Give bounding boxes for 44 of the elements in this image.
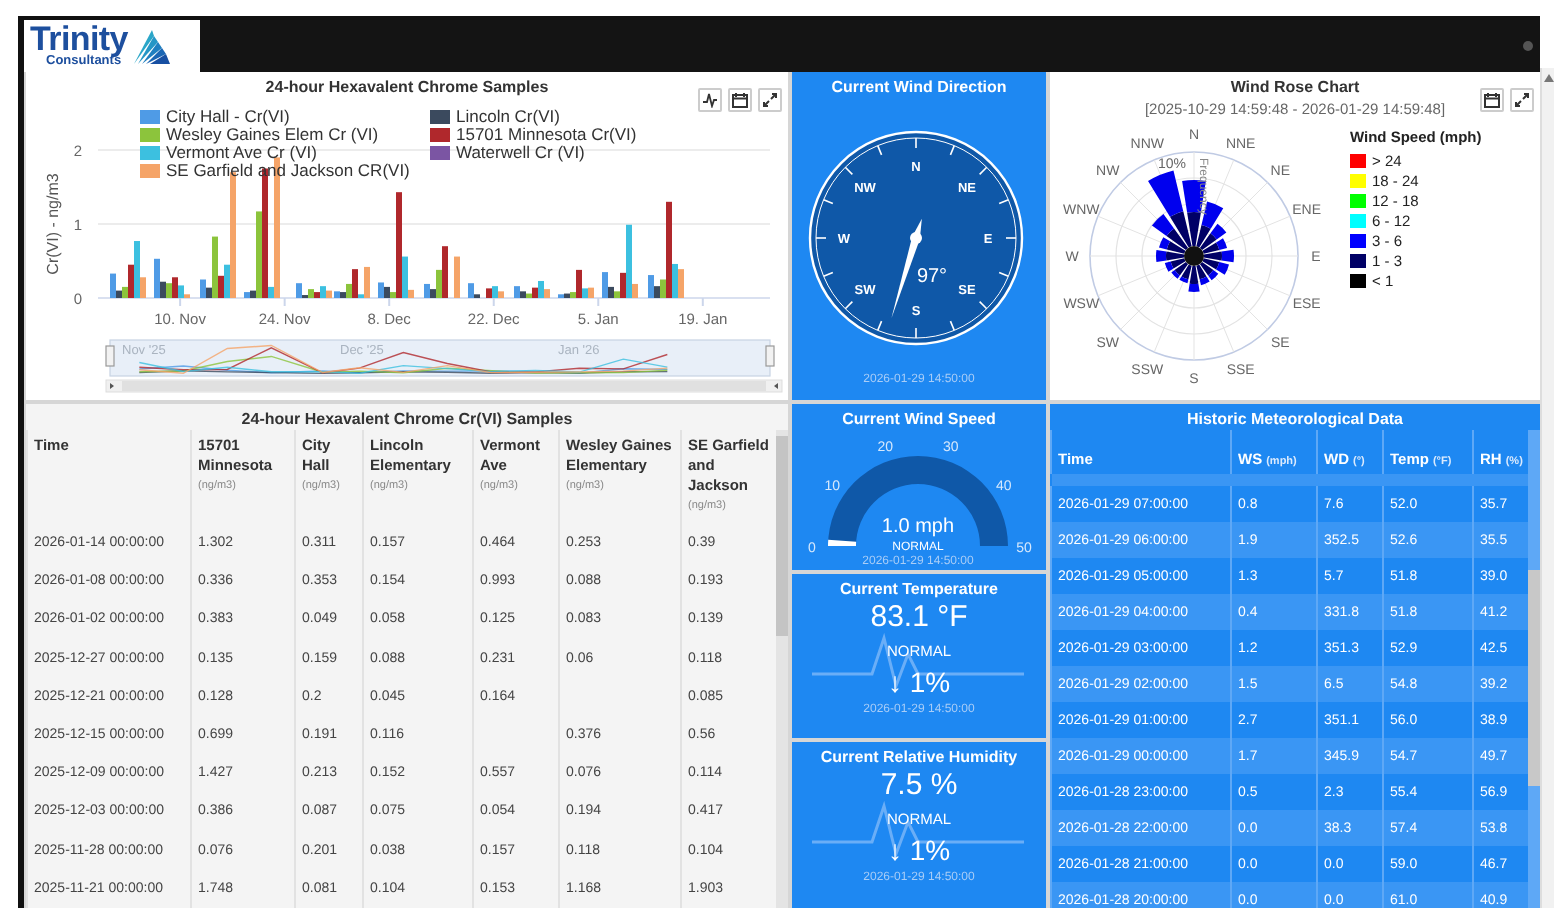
compass-needle: [891, 218, 922, 319]
change-value: ↓ 1%: [887, 834, 951, 867]
legend-item[interactable]: 15701 Minnesota Cr(VI): [430, 126, 637, 144]
expand-icon: [762, 92, 778, 108]
logo-fan-icon: [129, 28, 170, 64]
date-range-button[interactable]: [728, 88, 752, 112]
page-scrollbar[interactable]: [1540, 68, 1554, 908]
gauge-fill: [828, 539, 857, 546]
change-value: ↓ 1%: [887, 665, 951, 698]
scrollbar[interactable]: [775, 430, 788, 908]
table-title: Historic Meteorological Data: [1184, 408, 1406, 430]
legend-item[interactable]: Vermont Ave Cr (VI): [140, 144, 430, 162]
speed-value: 1.0 mph: [881, 516, 955, 538]
chart-title: Wind Rose Chart: [1228, 76, 1362, 98]
scroll-up-icon: [1543, 74, 1553, 82]
fullscreen-button[interactable]: [758, 88, 782, 112]
navigator-handle[interactable]: [105, 345, 115, 367]
reading-value: 7.5 %: [880, 768, 958, 803]
fullscreen-button[interactable]: [1510, 88, 1534, 112]
legend-item[interactable]: City Hall - Cr(VI): [140, 108, 430, 126]
expand-icon: [1514, 92, 1530, 108]
panel-title: Current Wind Direction: [831, 76, 1007, 98]
y-axis-label: Cr(VI) - ng/m3: [44, 173, 62, 275]
logo-text: Trinity: [30, 22, 128, 57]
panel-title: Current Wind Speed: [842, 408, 996, 430]
circle-icon[interactable]: [1522, 40, 1534, 52]
reading-value: 83.1 °F: [870, 599, 968, 634]
panel-title: Current Temperature: [840, 577, 998, 600]
direction-value: 97°: [916, 266, 948, 288]
date-range-button[interactable]: [1480, 88, 1504, 112]
chart-bar: [454, 256, 460, 298]
navigator-handle[interactable]: [765, 345, 775, 367]
scrollbar[interactable]: [105, 379, 783, 393]
chart-title: 24-hour Hexavalent Chrome Samples: [263, 76, 551, 98]
calendar-icon: [732, 92, 748, 108]
chart-type-button[interactable]: [698, 88, 722, 112]
table-title: 24-hour Hexavalent Chrome Cr(VI) Samples: [239, 408, 575, 430]
calendar-icon: [1484, 92, 1500, 108]
legend-item[interactable]: Lincoln Cr(VI): [430, 108, 637, 126]
legend-item[interactable]: Waterwell Cr (VI): [430, 144, 637, 162]
line-chart-icon: [702, 92, 718, 108]
legend-item[interactable]: Wesley Gaines Elem Cr (VI): [140, 126, 430, 144]
panel-title: Current Relative Humidity: [820, 746, 1018, 769]
scrollbar[interactable]: [1528, 430, 1540, 908]
